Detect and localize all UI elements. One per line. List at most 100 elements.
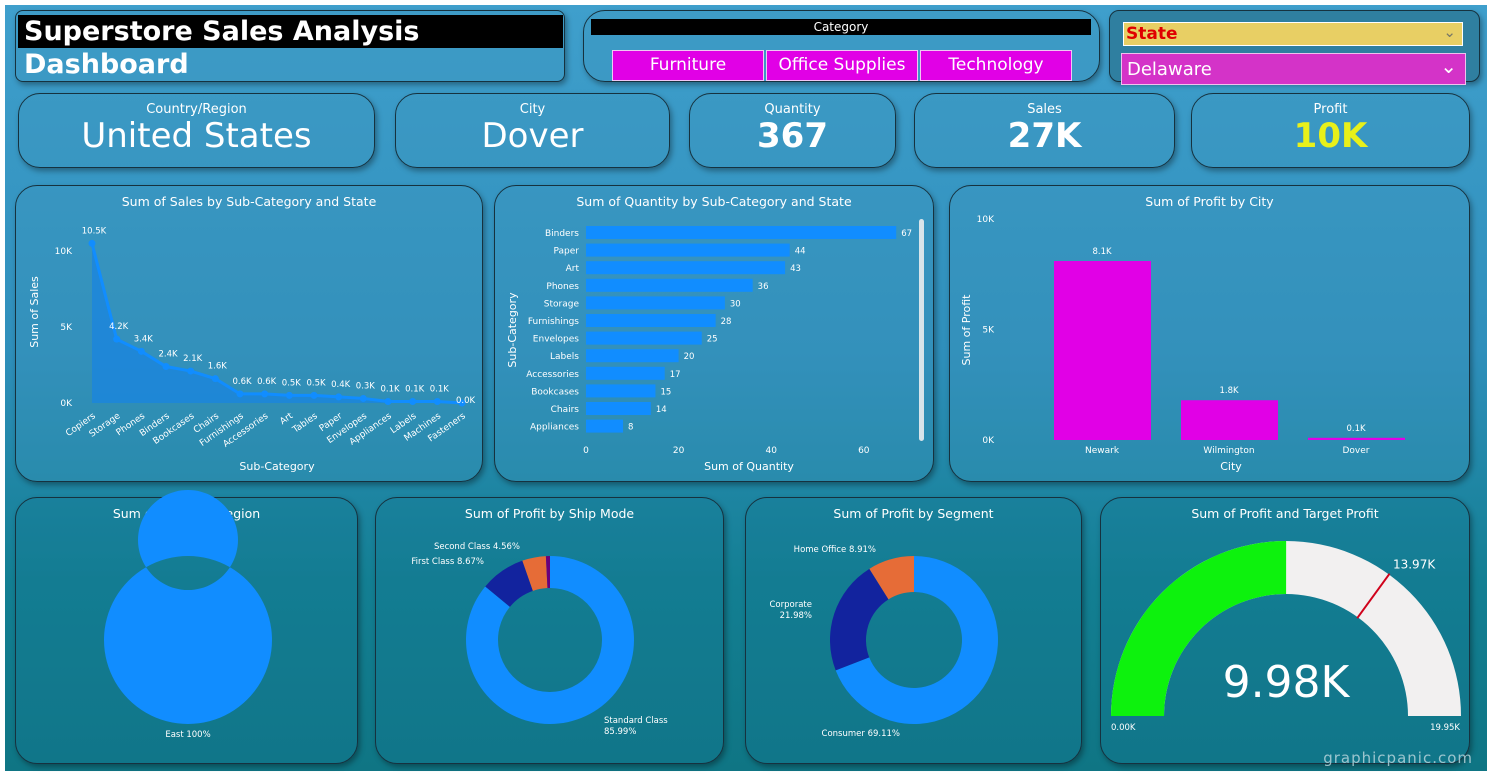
y-tick-label: Appliances (530, 423, 579, 433)
data-point (137, 347, 145, 355)
bar (586, 349, 679, 363)
bar (586, 226, 897, 239)
x-tick-label: 20 (673, 446, 685, 456)
y-tick-label: Chairs (551, 405, 580, 415)
charts-layer: 0K5K10K10.5KCopiers4.2KStorage3.4KPhones… (28, 215, 1461, 740)
y-tick-label: 0K (60, 399, 73, 409)
data-label: 2.4K (158, 350, 178, 360)
y-tick-label: Paper (554, 247, 580, 257)
bar (586, 243, 790, 257)
data-label: 30 (730, 299, 741, 309)
bar (586, 261, 786, 275)
x-tick-label: 60 (858, 446, 870, 456)
area-fill (92, 243, 462, 403)
data-point (285, 391, 293, 399)
y-tick-label: Storage (544, 299, 580, 309)
data-label: 0.6K (257, 377, 277, 387)
y-tick-label: Envelopes (533, 335, 580, 345)
slice-label: Home Office 8.91% (794, 545, 876, 555)
data-label: 25 (707, 335, 718, 345)
data-point (384, 397, 392, 405)
data-label: 0.1K (1346, 424, 1366, 434)
data-point (261, 390, 269, 398)
data-label: 67 (901, 229, 912, 239)
data-label: 0.1K (430, 384, 450, 394)
data-label: 10.5K (82, 226, 107, 236)
y-axis-title: Sum of Profit (960, 294, 973, 366)
data-label: 1.8K (1219, 386, 1239, 396)
data-label: 0.5K (282, 378, 302, 388)
y-axis-title: Sub-Category (506, 292, 519, 368)
data-label: 28 (721, 317, 732, 327)
data-point (409, 397, 417, 405)
donut-slice (103, 490, 272, 724)
data-label: 3.4K (134, 334, 154, 344)
data-label: 0.0K (456, 396, 476, 406)
data-label: 0.4K (331, 380, 351, 390)
data-label: 0.3K (356, 381, 376, 391)
data-point (113, 335, 121, 343)
data-label: 2.1K (183, 354, 203, 364)
y-tick-label: Phones (546, 282, 579, 292)
data-label: 15 (660, 387, 671, 397)
slice-label: 21.98% (780, 611, 812, 621)
data-label: 43 (790, 264, 801, 274)
data-point (211, 375, 219, 383)
bar (586, 296, 725, 310)
x-tick-label: Tables (290, 411, 320, 436)
data-label: 0.1K (405, 384, 425, 394)
bar (1054, 260, 1151, 440)
bar (586, 402, 651, 415)
data-label: 44 (795, 247, 806, 257)
data-point (236, 390, 244, 398)
slice-label: 85.99% (604, 727, 636, 737)
x-tick-label: Art (278, 411, 295, 427)
data-label: 20 (684, 352, 695, 362)
x-tick-label: 40 (765, 446, 777, 456)
bar (1308, 437, 1405, 440)
slice-label: Second Class 4.56% (434, 542, 520, 552)
data-label: 0.5K (306, 378, 326, 388)
y-tick-label: 10K (977, 215, 995, 225)
data-label: 0.1K (380, 384, 400, 394)
data-point (335, 393, 343, 401)
bar (586, 419, 624, 433)
y-tick-label: Binders (545, 229, 579, 239)
y-tick-label: Bookcases (531, 387, 579, 397)
y-tick-label: 5K (60, 323, 73, 333)
slice-label: Standard Class (604, 716, 668, 726)
data-label: 4.2K (109, 322, 129, 332)
bar (586, 366, 665, 380)
data-point (162, 363, 170, 371)
data-label: 1.6K (208, 362, 228, 372)
y-tick-label: 10K (55, 247, 73, 257)
data-label: 8.1K (1092, 247, 1112, 257)
gauge-value-label: 9.98K (1223, 657, 1351, 708)
data-label: 17 (670, 370, 681, 380)
y-axis-title: Sum of Sales (28, 276, 41, 348)
y-tick-label: 0K (982, 436, 995, 446)
slice-label: East 100% (165, 730, 210, 740)
x-axis-title: Sub-Category (239, 460, 315, 473)
slice-label: Corporate (770, 600, 813, 610)
gauge-min-label: 0.00K (1111, 723, 1136, 733)
x-tick-label: Dover (1343, 446, 1370, 456)
y-tick-label: Furnishings (528, 317, 579, 327)
x-axis-title: Sum of Quantity (704, 460, 794, 473)
data-label: 0.6K (232, 377, 252, 387)
y-tick-label: Labels (550, 352, 579, 362)
data-point (187, 367, 195, 375)
bar (1181, 400, 1278, 440)
x-tick-label: Newark (1085, 446, 1120, 456)
data-label: 14 (656, 405, 667, 415)
y-tick-label: Art (566, 264, 580, 274)
data-label: 8 (628, 423, 633, 433)
y-tick-label: 5K (982, 326, 995, 336)
data-point (310, 391, 318, 399)
y-tick-label: Accessories (526, 370, 579, 380)
data-point (433, 397, 441, 405)
slice-label: Consumer 69.11% (822, 729, 900, 739)
bar (586, 384, 656, 398)
x-axis-title: City (1220, 460, 1242, 473)
data-point (88, 239, 96, 247)
